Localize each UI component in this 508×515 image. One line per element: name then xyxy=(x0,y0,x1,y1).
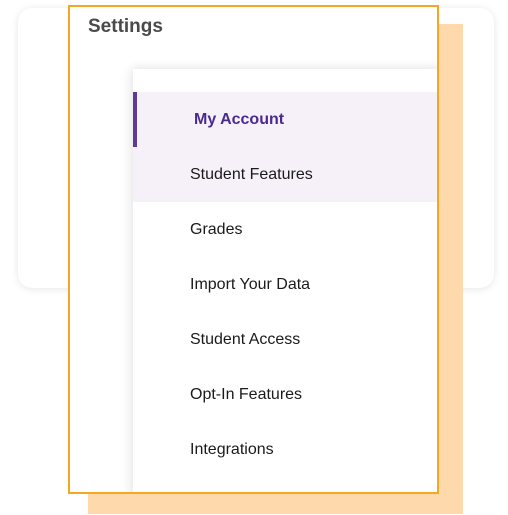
settings-title: Settings xyxy=(88,16,163,37)
menu-item-student-features[interactable]: Student Features xyxy=(133,147,437,202)
menu-item-import-your-data[interactable]: Import Your Data xyxy=(133,257,437,312)
menu-item-my-account[interactable]: My Account xyxy=(133,92,437,147)
settings-menu-list: My Account Student Features Grades Impor… xyxy=(133,92,437,477)
highlight-frame: Settings My Account Student Features Gra… xyxy=(68,5,439,494)
menu-item-integrations[interactable]: Integrations xyxy=(133,422,437,477)
settings-menu: My Account Student Features Grades Impor… xyxy=(133,69,437,492)
menu-item-opt-in-features[interactable]: Opt-In Features xyxy=(133,367,437,422)
menu-item-grades[interactable]: Grades xyxy=(133,202,437,257)
menu-item-student-access[interactable]: Student Access xyxy=(133,312,437,367)
